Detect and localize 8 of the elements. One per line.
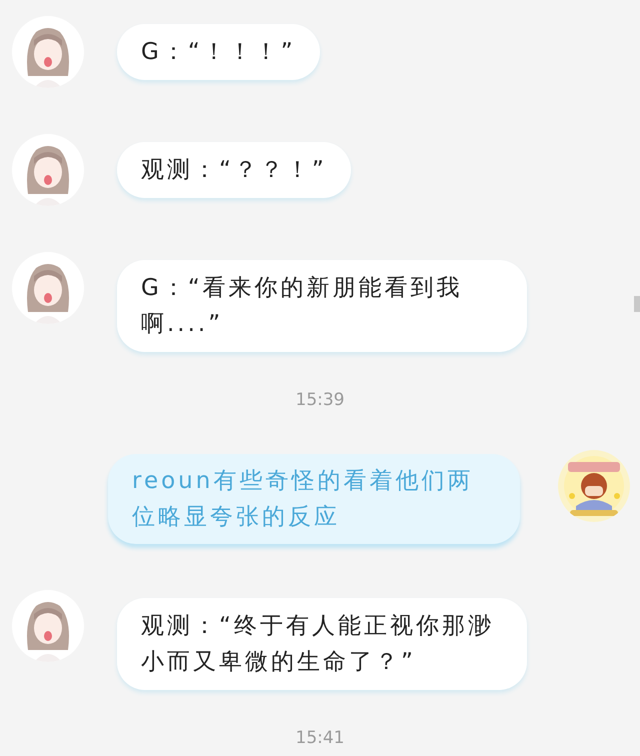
message-bubble: 观测：“终于有人能正视你那渺小而又卑微的生命了？” xyxy=(117,598,527,690)
message-bubble: G：“！！！” xyxy=(117,24,320,80)
timestamp: 15:41 xyxy=(296,726,344,750)
message-bubble: reoun有些奇怪的看着他们两位略显夸张的反应 xyxy=(108,454,520,544)
message-bubble: 观测：“？？！” xyxy=(117,142,351,198)
timestamp: 15:39 xyxy=(296,389,344,412)
scrollbar-thumb xyxy=(634,296,640,312)
message-bubble: G：“看来你的新朋能看到我啊....” xyxy=(117,260,527,352)
